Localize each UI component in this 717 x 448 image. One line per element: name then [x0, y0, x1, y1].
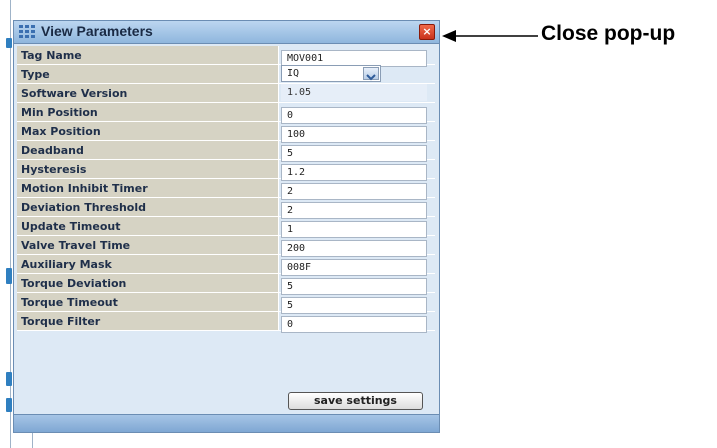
parameter-label: Type [17, 65, 279, 83]
parameter-row: Min Position [17, 103, 435, 124]
parameter-value-cell: 1.05 [281, 84, 427, 102]
parameter-value-cell: IQ [281, 65, 427, 83]
parameter-value-cell [281, 217, 427, 238]
parameter-row: Valve Travel Time [17, 236, 435, 257]
parameter-row: Hysteresis [17, 160, 435, 181]
view-parameters-dialog: View Parameters × Tag NameType IQ Software… [13, 20, 440, 433]
parameter-row: Max Position [17, 122, 435, 143]
type-select-value: IQ [287, 68, 300, 79]
parameter-label: Motion Inhibit Timer [17, 179, 279, 197]
parameter-row: Motion Inhibit Timer [17, 179, 435, 200]
parameter-label: Max Position [17, 122, 279, 140]
parameter-label: Deadband [17, 141, 279, 159]
parameters-table: Tag NameType IQ Software Version1.05Min Po… [17, 46, 435, 333]
background-tab [6, 372, 12, 386]
parameter-row: Torque Timeout [17, 293, 435, 314]
parameter-label: Tag Name [17, 46, 279, 64]
dialog-title: View Parameters [41, 23, 153, 39]
parameter-row: Auxiliary Mask [17, 255, 435, 276]
close-icon: × [422, 25, 432, 38]
parameter-label: Software Version [17, 84, 279, 102]
parameter-label: Torque Filter [17, 312, 279, 330]
parameter-label: Hysteresis [17, 160, 279, 178]
dialog-footer: save settings [17, 389, 435, 411]
parameter-row: Torque Filter [17, 312, 435, 333]
annotation-arrow [442, 30, 538, 42]
annotation-label: Close pop-up [541, 22, 676, 45]
parameter-row: Type IQ [17, 65, 435, 84]
parameter-value-cell [281, 198, 427, 219]
parameter-row: Software Version 1.05 [17, 84, 435, 103]
parameter-readonly-value: 1.05 [281, 84, 427, 101]
parameter-value-cell [281, 255, 427, 276]
parameter-value-cell [281, 122, 427, 143]
parameter-value-cell [281, 236, 427, 257]
parameter-input[interactable] [281, 316, 427, 333]
parameter-row: Torque Deviation [17, 274, 435, 295]
parameter-value-cell [281, 274, 427, 295]
parameter-value-cell [281, 293, 427, 314]
parameter-row: Deviation Threshold [17, 198, 435, 219]
parameter-label: Update Timeout [17, 217, 279, 235]
parameter-label: Valve Travel Time [17, 236, 279, 254]
parameter-value-cell [281, 141, 427, 162]
type-select[interactable]: IQ [281, 65, 381, 82]
parameter-row: Tag Name [17, 46, 435, 67]
close-button[interactable]: × [419, 24, 435, 40]
background-tab [6, 398, 12, 412]
parameter-row: Deadband [17, 141, 435, 162]
background-tab [6, 268, 12, 284]
chevron-down-icon[interactable] [363, 67, 379, 81]
parameter-value-cell [281, 46, 427, 67]
parameter-value-cell [281, 160, 427, 181]
background-tab [6, 38, 12, 48]
dialog-titlebar[interactable]: View Parameters × [14, 21, 439, 44]
parameter-value-cell [281, 312, 427, 333]
parameter-value-cell [281, 103, 427, 124]
dialog-statusbar [14, 414, 439, 432]
parameter-label: Torque Deviation [17, 274, 279, 292]
parameter-label: Auxiliary Mask [17, 255, 279, 273]
save-settings-button[interactable]: save settings [288, 392, 423, 410]
parameter-label: Torque Timeout [17, 293, 279, 311]
parameter-row: Update Timeout [17, 217, 435, 238]
parameter-value-cell [281, 179, 427, 200]
parameter-label: Min Position [17, 103, 279, 121]
grid-icon [19, 25, 35, 38]
parameter-label: Deviation Threshold [17, 198, 279, 216]
